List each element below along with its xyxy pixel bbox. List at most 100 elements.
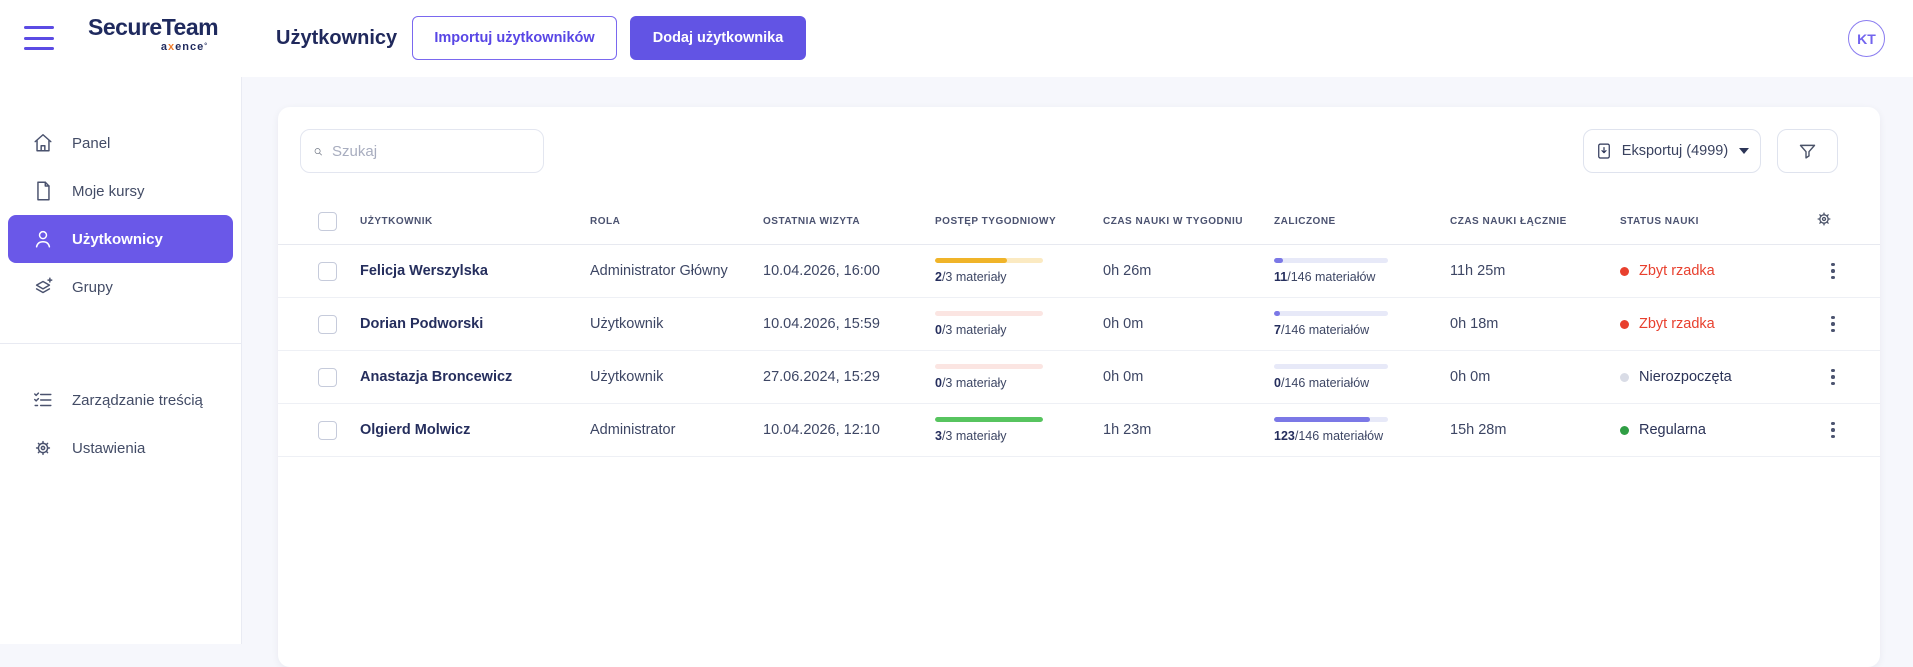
user-avatar[interactable]: KT bbox=[1848, 20, 1885, 57]
user-role: Użytkownik bbox=[590, 316, 763, 332]
column-header[interactable]: CZAS NAUKI W TYGODNIU bbox=[1103, 216, 1274, 227]
import-users-button[interactable]: Importuj użytkowników bbox=[412, 16, 617, 60]
row-actions-button[interactable] bbox=[1818, 415, 1848, 445]
sidebar-item-label: Użytkownicy bbox=[72, 231, 163, 248]
row-checkbox[interactable] bbox=[318, 262, 337, 281]
table-row[interactable]: Dorian Podworski Użytkownik 10.04.2026, … bbox=[278, 298, 1880, 351]
row-actions-button[interactable] bbox=[1818, 362, 1848, 392]
weekly-progress: 0/3 materiały bbox=[935, 311, 1103, 337]
completed-progress-track bbox=[1274, 258, 1388, 263]
row-actions-button[interactable] bbox=[1818, 256, 1848, 286]
last-visit: 10.04.2026, 12:10 bbox=[763, 422, 935, 438]
column-header[interactable]: CZAS NAUKI ŁĄCZNIE bbox=[1450, 216, 1620, 227]
logo-subtitle: axence° bbox=[88, 41, 208, 53]
column-header[interactable]: POSTĘP TYGODNIOWY bbox=[935, 216, 1103, 227]
completed-progress-label: 11/146 materiałów bbox=[1274, 270, 1450, 284]
weekly-progress-label: 3/3 materiały bbox=[935, 429, 1103, 443]
sidebar-item-grupy[interactable]: Grupy bbox=[0, 263, 241, 311]
completed-progress: 7/146 materiałów bbox=[1274, 311, 1450, 337]
last-visit: 10.04.2026, 15:59 bbox=[763, 316, 935, 332]
page-title: Użytkownicy bbox=[276, 0, 397, 77]
search-box[interactable] bbox=[300, 129, 544, 173]
document-icon bbox=[32, 180, 54, 202]
users-card: Eksportuj (4999) UŻYTKOWNIK ROLA OSTATNI… bbox=[278, 107, 1880, 667]
row-checkbox[interactable] bbox=[318, 368, 337, 387]
completed-progress-track bbox=[1274, 417, 1388, 422]
row-checkbox[interactable] bbox=[318, 421, 337, 440]
user-icon bbox=[32, 228, 54, 250]
sidebar-divider bbox=[0, 343, 241, 344]
row-checkbox[interactable] bbox=[318, 315, 337, 334]
layers-plus-icon bbox=[32, 276, 54, 298]
select-all-checkbox[interactable] bbox=[318, 212, 337, 231]
weekly-progress-label: 0/3 materiały bbox=[935, 376, 1103, 390]
study-status: Nierozpoczęta bbox=[1620, 369, 1810, 385]
weekly-progress-fill bbox=[935, 258, 1007, 263]
sidebar-item-label: Zarządzanie treścią bbox=[72, 392, 203, 409]
column-header[interactable]: UŻYTKOWNIK bbox=[360, 216, 590, 227]
row-actions-button[interactable] bbox=[1818, 309, 1848, 339]
column-header[interactable]: OSTATNIA WIZYTA bbox=[763, 216, 935, 227]
sidebar-item-uzytkownicy[interactable]: Użytkownicy bbox=[8, 215, 233, 263]
sidebar-item-label: Moje kursy bbox=[72, 183, 145, 200]
top-bar: SecureTeam axence° Użytkownicy Importuj … bbox=[0, 0, 1913, 77]
table-row[interactable]: Felicja Werszylska Administrator Główny … bbox=[278, 245, 1880, 298]
user-name[interactable]: Felicja Werszylska bbox=[360, 263, 590, 279]
sidebar-item-panel[interactable]: Panel bbox=[0, 119, 241, 167]
export-button[interactable]: Eksportuj (4999) bbox=[1583, 129, 1761, 173]
user-role: Użytkownik bbox=[590, 369, 763, 385]
sidebar-item-ustawienia[interactable]: Ustawienia bbox=[0, 424, 241, 472]
filter-button[interactable] bbox=[1777, 129, 1838, 173]
funnel-icon bbox=[1797, 141, 1818, 162]
study-status: Regularna bbox=[1620, 422, 1810, 438]
weekly-progress: 2/3 materiały bbox=[935, 258, 1103, 284]
sidebar-item-zarzadzanie-trescia[interactable]: Zarządzanie treścią bbox=[0, 376, 241, 424]
weekly-progress: 0/3 materiały bbox=[935, 364, 1103, 390]
week-study-time: 0h 0m bbox=[1103, 316, 1274, 332]
sidebar-item-moje-kursy[interactable]: Moje kursy bbox=[0, 167, 241, 215]
table-settings-button[interactable] bbox=[1814, 209, 1834, 232]
table-row[interactable]: Anastazja Broncewicz Użytkownik 27.06.20… bbox=[278, 351, 1880, 404]
home-icon bbox=[32, 132, 54, 154]
status-label: Zbyt rzadka bbox=[1639, 316, 1715, 332]
app-logo: SecureTeam axence° bbox=[88, 13, 208, 53]
add-user-button[interactable]: Dodaj użytkownika bbox=[630, 16, 806, 60]
total-study-time: 0h 0m bbox=[1450, 369, 1620, 385]
user-role: Administrator bbox=[590, 422, 763, 438]
completed-progress-track bbox=[1274, 311, 1388, 316]
chevron-down-icon bbox=[1739, 148, 1749, 154]
status-dot bbox=[1620, 267, 1629, 276]
weekly-progress-fill bbox=[935, 417, 1043, 422]
column-header[interactable]: STATUS NAUKI bbox=[1620, 216, 1810, 227]
column-header[interactable]: ZALICZONE bbox=[1274, 216, 1450, 227]
weekly-progress-track bbox=[935, 364, 1043, 369]
gear-icon bbox=[1814, 209, 1834, 229]
completed-progress: 11/146 materiałów bbox=[1274, 258, 1450, 284]
user-name[interactable]: Anastazja Broncewicz bbox=[360, 369, 590, 385]
user-name[interactable]: Dorian Podworski bbox=[360, 316, 590, 332]
last-visit: 27.06.2024, 15:29 bbox=[763, 369, 935, 385]
search-input[interactable] bbox=[332, 143, 531, 160]
user-name[interactable]: Olgierd Molwicz bbox=[360, 422, 590, 438]
main-content: Eksportuj (4999) UŻYTKOWNIK ROLA OSTATNI… bbox=[242, 77, 1913, 644]
weekly-progress-label: 0/3 materiały bbox=[935, 323, 1103, 337]
weekly-progress-label: 2/3 materiały bbox=[935, 270, 1103, 284]
completed-progress-label: 7/146 materiałów bbox=[1274, 323, 1450, 337]
completed-progress-fill bbox=[1274, 311, 1280, 316]
completed-progress: 123/146 materiałów bbox=[1274, 417, 1450, 443]
checklist-icon bbox=[32, 389, 54, 411]
completed-progress-fill bbox=[1274, 258, 1283, 263]
status-dot bbox=[1620, 426, 1629, 435]
table-row[interactable]: Olgierd Molwicz Administrator 10.04.2026… bbox=[278, 404, 1880, 457]
export-download-icon bbox=[1595, 142, 1613, 160]
last-visit: 10.04.2026, 16:00 bbox=[763, 263, 935, 279]
column-header[interactable]: ROLA bbox=[590, 216, 763, 227]
sidebar-item-label: Ustawienia bbox=[72, 440, 145, 457]
sidebar-item-label: Grupy bbox=[72, 279, 113, 296]
week-study-time: 0h 0m bbox=[1103, 369, 1274, 385]
status-dot bbox=[1620, 320, 1629, 329]
total-study-time: 11h 25m bbox=[1450, 263, 1620, 279]
menu-hamburger-icon[interactable] bbox=[24, 26, 56, 50]
user-role: Administrator Główny bbox=[590, 263, 763, 279]
gear-icon bbox=[32, 437, 54, 459]
